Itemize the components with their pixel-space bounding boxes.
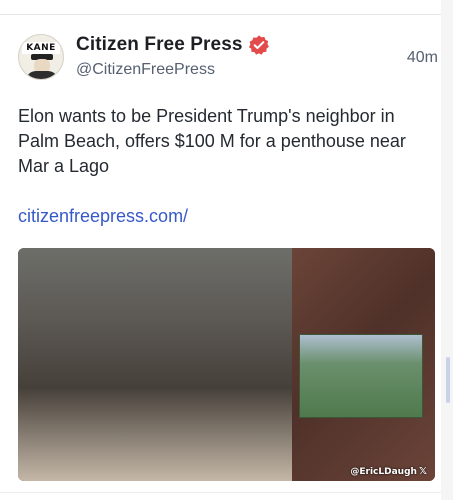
post-text: Elon wants to be President Trump's neigh… [18,106,406,176]
inset-aerial-photo [299,334,423,418]
scrollbar-thumb[interactable] [446,357,450,403]
top-divider [0,14,453,15]
event-photo [18,248,292,481]
author-row: Citizen Free Press [76,34,270,56]
author-handle[interactable]: @CitizenFreePress [76,61,215,79]
avatar-text: KANE [22,42,60,54]
verified-badge-icon [248,35,269,55]
scrollbar-track[interactable] [441,0,453,500]
avatar[interactable]: KANE [18,34,64,80]
watermark: @EricLDaugh 𝕏 [350,466,427,477]
author-name[interactable]: Citizen Free Press [76,34,243,56]
post-header: KANE Citizen Free Press @CitizenFreePres… [18,34,438,86]
bottom-divider [0,492,441,493]
x-logo-icon: 𝕏 [418,466,427,477]
post-card[interactable]: KANE Citizen Free Press @CitizenFreePres… [18,34,438,481]
watermark-text: @EricLDaugh [350,467,417,477]
post-link[interactable]: citizenfreepress.com/ [18,206,188,227]
post-media[interactable]: @EricLDaugh 𝕏 [18,248,435,481]
post-time[interactable]: 40m [407,49,438,67]
avatar-suit [26,71,58,79]
